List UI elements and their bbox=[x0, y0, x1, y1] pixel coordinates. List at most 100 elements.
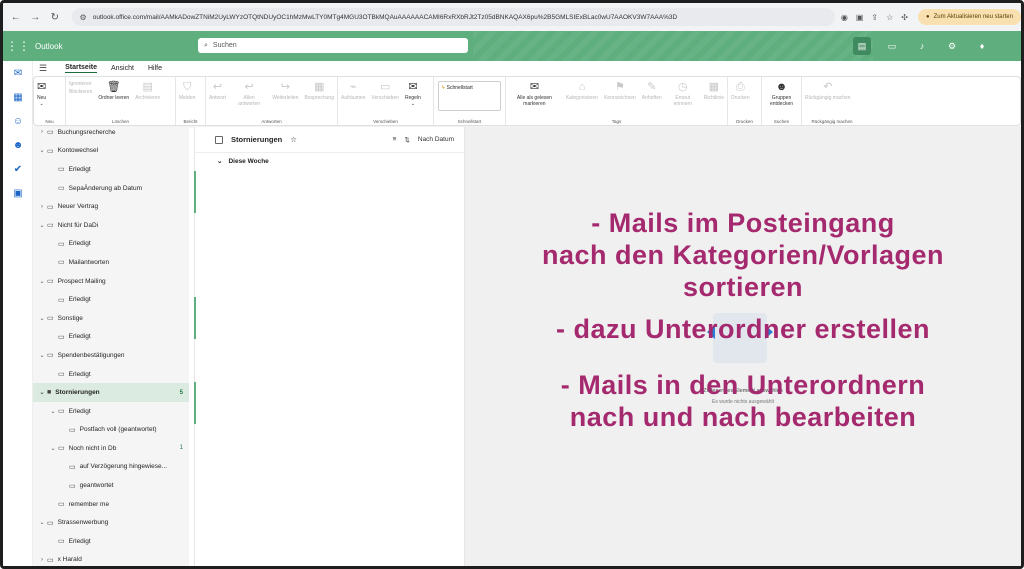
annotation-overlay: - Mails im Posteingang nach den Kategori… bbox=[465, 207, 1021, 433]
chevron-right-icon[interactable]: › bbox=[37, 129, 47, 135]
discover-groups-button[interactable]: ☻ Gruppen entdecken bbox=[762, 81, 801, 107]
flag-button[interactable]: ⚑ Kennzeichnen bbox=[601, 81, 639, 101]
categorize-button[interactable]: ⌂ Kategorisieren bbox=[563, 81, 601, 101]
chevron-right-icon[interactable]: › bbox=[37, 204, 47, 210]
forward-icon[interactable]: → bbox=[29, 10, 43, 24]
reload-icon[interactable]: ↻ bbox=[48, 10, 62, 24]
folder-label: Nicht für DaDi bbox=[57, 221, 99, 229]
share-icon[interactable]: ⇪ bbox=[871, 13, 878, 22]
folder-item[interactable]: ⌄ ■ Stornierungen 5 bbox=[33, 383, 189, 402]
sweep-button[interactable]: ⌁ Aufräumen bbox=[338, 81, 368, 101]
folder-item[interactable]: ▭ Erledigt bbox=[33, 365, 189, 384]
folder-item[interactable]: ⌄ ▭ Erledigt bbox=[33, 402, 189, 421]
empty-folder-button[interactable]: 🗑 Ordner leeren bbox=[95, 81, 132, 101]
mark-all-read-button[interactable]: ✉ Alle als gelesen markieren bbox=[506, 81, 563, 107]
favorite-star-icon[interactable]: ☆ bbox=[290, 135, 297, 144]
folder-label: Strassenwerbung bbox=[57, 519, 109, 527]
groups-icon[interactable]: ☻ bbox=[3, 133, 33, 157]
notification-bell-icon[interactable]: ♪ bbox=[913, 37, 931, 55]
update-button[interactable]: ● Zum Aktualisieren neu starten bbox=[917, 9, 1021, 25]
folder-item[interactable]: ⌄ ▭ Nicht für DaDi bbox=[33, 216, 189, 235]
tab-hilfe[interactable]: Hilfe bbox=[148, 65, 162, 72]
chevron-down-icon[interactable]: ⌄ bbox=[37, 315, 47, 322]
move-button[interactable]: ▭ Verschieben bbox=[368, 81, 402, 101]
site-settings-icon[interactable]: ⚙ bbox=[80, 13, 87, 22]
chevron-down-icon[interactable]: ⌄ bbox=[48, 408, 58, 415]
reply-button[interactable]: ↩ Antwort bbox=[206, 81, 229, 101]
folder-icon: ▭ bbox=[47, 147, 54, 155]
chevron-down-icon[interactable]: ⌄ bbox=[37, 352, 47, 359]
archive-icon: ▤ bbox=[142, 81, 153, 93]
pin-button[interactable]: ✎ Anheften bbox=[639, 81, 665, 101]
menu-hamburger-icon[interactable]: ☰ bbox=[39, 63, 47, 74]
tab-startseite[interactable]: Startseite bbox=[65, 64, 97, 73]
teams-icon[interactable]: ▤ bbox=[853, 37, 871, 55]
extensions-icon[interactable]: ✣ bbox=[901, 13, 908, 22]
folder-item[interactable]: ▭ Erledigt bbox=[33, 290, 189, 309]
folder-item[interactable]: ▭ Erledigt bbox=[33, 235, 189, 254]
forward-button[interactable]: ↪ Weiterleiten bbox=[269, 81, 301, 101]
folder-item[interactable]: › ▭ x Harald bbox=[33, 551, 189, 566]
select-all-checkbox[interactable] bbox=[215, 135, 223, 144]
back-icon[interactable]: ← bbox=[9, 10, 23, 24]
ignore-button[interactable]: Ignorieren bbox=[69, 81, 92, 87]
folder-item[interactable]: ⌄ ▭ Noch nicht in Db 1 bbox=[33, 439, 189, 458]
reply-all-button[interactable]: ↩ Allen antworten bbox=[229, 81, 269, 107]
folder-label: Mailantworten bbox=[68, 258, 110, 266]
tips-lightbulb-icon[interactable]: ♦ bbox=[973, 37, 991, 55]
section-header[interactable]: ⌄ Diese Woche bbox=[195, 153, 464, 169]
quick-steps-dropdown[interactable]: ϟ Schnellstart bbox=[438, 81, 501, 111]
chevron-down-icon[interactable]: ⌄ bbox=[37, 222, 47, 229]
tab-ansicht[interactable]: Ansicht bbox=[111, 65, 134, 72]
folder-item[interactable]: ▭ auf Verzögerung hingewiese... bbox=[33, 458, 189, 477]
print-button[interactable]: ⎙ Drucken bbox=[728, 81, 753, 101]
chevron-down-icon[interactable]: ⌄ bbox=[37, 278, 47, 285]
settings-gear-icon[interactable]: ⚙ bbox=[943, 37, 961, 55]
folder-item[interactable]: ▭ SepaÄnderung ab Datum bbox=[33, 179, 189, 198]
rules-button[interactable]: ✉ Regeln ⌄ bbox=[402, 81, 424, 107]
star-icon[interactable]: ☆ bbox=[886, 13, 893, 22]
folder-label: remember me bbox=[68, 500, 110, 508]
address-bar[interactable]: ⚙ outlook.office.com/mail/AAMkADowZTNiM2… bbox=[71, 8, 835, 26]
eye-icon[interactable]: ◉ bbox=[841, 13, 848, 22]
report-button[interactable]: ⛉ Melden bbox=[176, 81, 198, 101]
install-icon[interactable]: ▣ bbox=[856, 13, 864, 22]
folder-item[interactable]: › ▭ Neuer Vertrag bbox=[33, 197, 189, 216]
calendar-icon[interactable]: ▦ bbox=[3, 85, 33, 109]
folder-item[interactable]: ▭ Erledigt bbox=[33, 532, 189, 551]
chevron-down-icon[interactable]: ⌄ bbox=[48, 445, 58, 452]
app-launcher-icon[interactable]: ⋮⋮ bbox=[3, 31, 33, 61]
meet-now-icon[interactable]: ▭ bbox=[883, 37, 901, 55]
mail-icon[interactable]: ✉ bbox=[3, 61, 33, 85]
folder-item[interactable]: ▭ Postfach voll (geantwortet) bbox=[33, 421, 189, 440]
block-button[interactable]: Blockieren bbox=[69, 89, 92, 95]
folder-item[interactable]: ⌄ ▭ Strassenwerbung bbox=[33, 513, 189, 532]
sort-by-date[interactable]: Nach Datum bbox=[418, 136, 454, 144]
policy-button[interactable]: ▦ Richtlinie bbox=[701, 81, 727, 101]
todo-icon[interactable]: ✔ bbox=[3, 157, 33, 181]
folder-item[interactable]: ⌄ ▭ Sonstige bbox=[33, 309, 189, 328]
meeting-button[interactable]: ▦ Besprechung bbox=[302, 81, 337, 101]
folder-item[interactable]: ▭ geantwortet bbox=[33, 476, 189, 495]
folder-item[interactable]: ▭ Mailantworten bbox=[33, 253, 189, 272]
people-icon[interactable]: ☺ bbox=[3, 109, 33, 133]
archive-button[interactable]: ▤ Archivieren bbox=[132, 81, 163, 101]
sort-icon[interactable]: ⇅ bbox=[404, 136, 409, 144]
chevron-down-icon[interactable]: ⌄ bbox=[37, 389, 47, 396]
folder-item[interactable]: ⌄ ▭ Spendenbestätigungen bbox=[33, 346, 189, 365]
chevron-right-icon[interactable]: › bbox=[37, 557, 47, 563]
snooze-button[interactable]: ◷ Erneut erinnern bbox=[665, 81, 701, 107]
folder-item[interactable]: ▭ remember me bbox=[33, 495, 189, 514]
new-mail-button[interactable]: ✉ Neu ⌄ bbox=[34, 81, 49, 107]
search-input[interactable]: ⌕ Suchen bbox=[198, 38, 468, 53]
chevron-down-icon[interactable]: ⌄ bbox=[37, 147, 47, 154]
folder-item[interactable]: › ▭ Buchungsrecherche bbox=[33, 127, 189, 142]
folder-item[interactable]: ▭ Erledigt bbox=[33, 160, 189, 179]
undo-button[interactable]: ↶ Rückgängig machen bbox=[802, 81, 854, 101]
apps-icon[interactable]: ▣ bbox=[3, 181, 33, 205]
folder-item[interactable]: ▭ Erledigt bbox=[33, 328, 189, 347]
folder-item[interactable]: ⌄ ▭ Kontowechsel bbox=[33, 142, 189, 161]
folder-item[interactable]: ⌄ ▭ Prospect Mailing bbox=[33, 272, 189, 291]
filter-icon[interactable]: ≡ bbox=[393, 136, 397, 144]
chevron-down-icon[interactable]: ⌄ bbox=[37, 519, 47, 526]
